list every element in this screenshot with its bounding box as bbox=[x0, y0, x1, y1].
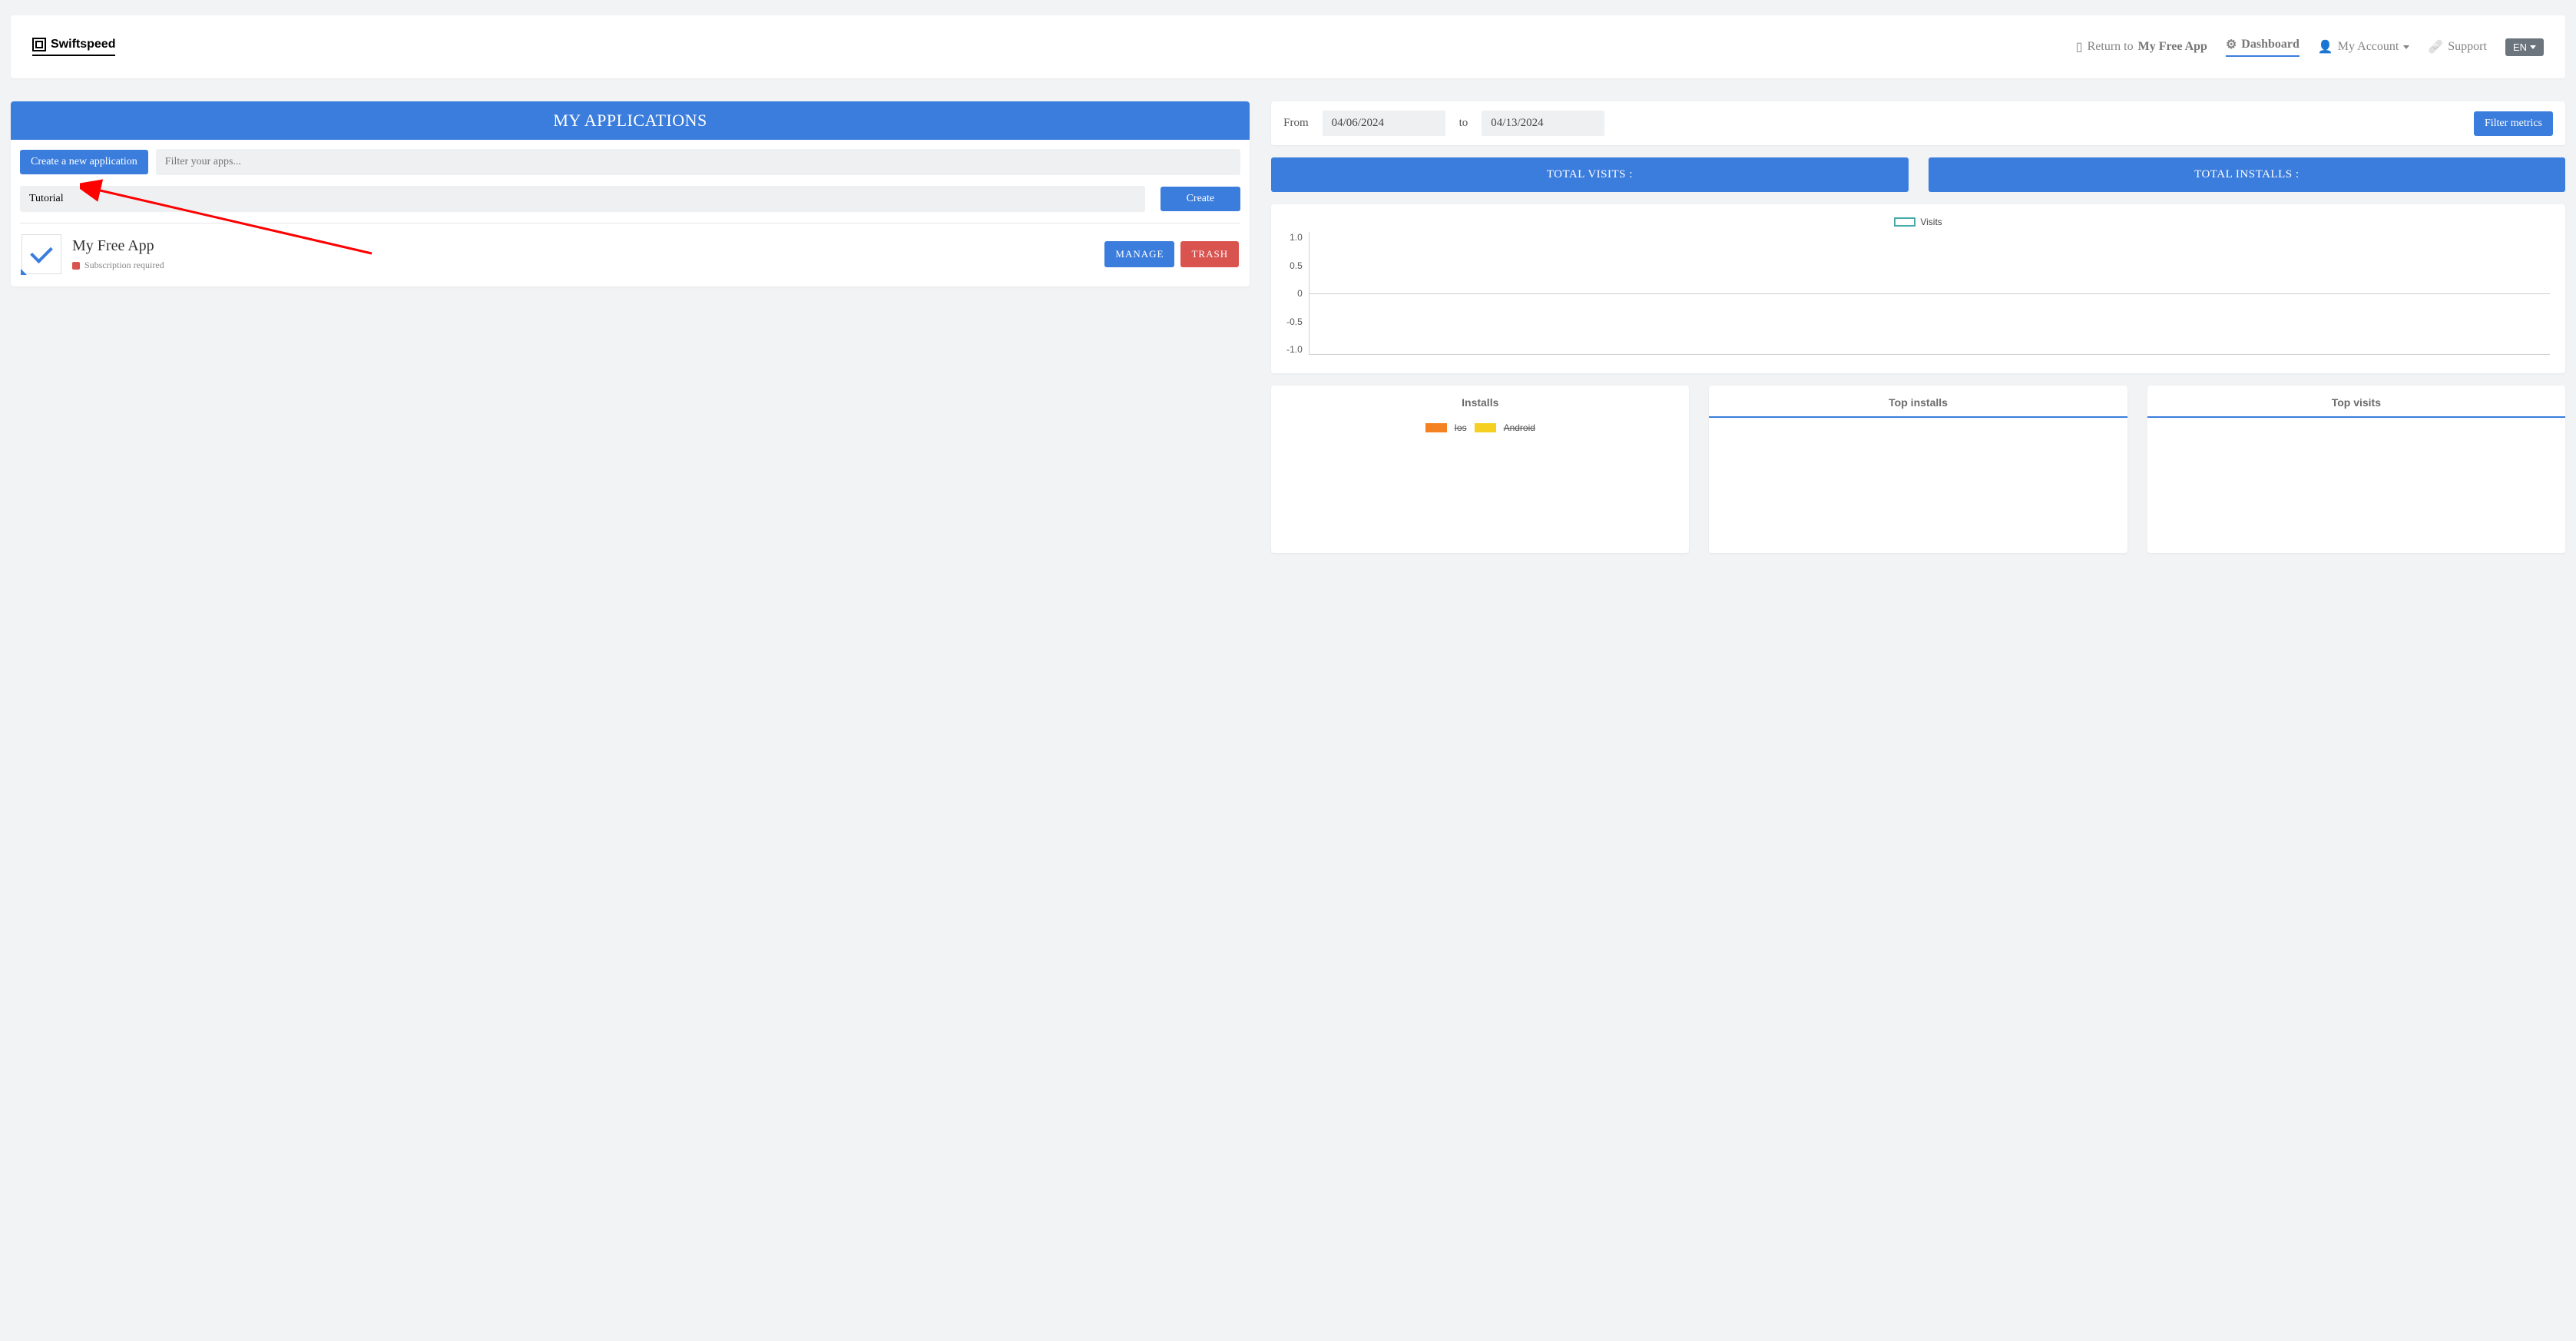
top-installs-title: Top installs bbox=[1721, 396, 2114, 409]
nav-my-account[interactable]: 👤 My Account bbox=[2318, 39, 2409, 55]
to-label: to bbox=[1459, 117, 1468, 130]
dashboard-icon: ⚙ bbox=[2226, 37, 2237, 52]
nav-support[interactable]: 🩹 Support bbox=[2428, 39, 2487, 55]
my-applications-panel: MY APPLICATIONS Create a new application… bbox=[11, 101, 1250, 286]
total-installs-tile[interactable]: TOTAL INSTALLS : bbox=[1929, 157, 2565, 192]
top-bar: Swiftspeed ▯ Return to My Free App ⚙ Das… bbox=[11, 15, 2565, 78]
right-column: From to Filter metrics TOTAL VISITS : TO… bbox=[1271, 101, 2565, 553]
plot-area bbox=[1309, 232, 2550, 355]
check-icon bbox=[30, 240, 53, 263]
app-actions: MANAGE TRASH bbox=[1104, 241, 1239, 267]
y-tick: 1.0 bbox=[1290, 232, 1303, 243]
nav-support-label: Support bbox=[2448, 40, 2487, 54]
nav-account-label: My Account bbox=[2338, 40, 2399, 54]
y-axis: 1.0 0.5 0 -0.5 -1.0 bbox=[1286, 232, 1309, 355]
app-icon bbox=[22, 234, 61, 274]
nav-dashboard-label: Dashboard bbox=[2241, 38, 2300, 51]
installs-panel: Installs Ios Android bbox=[1271, 386, 1689, 553]
subscription-status: Subscription required bbox=[72, 260, 1094, 271]
brand-name: Swiftspeed bbox=[51, 38, 115, 51]
from-label: From bbox=[1283, 117, 1309, 130]
android-label[interactable]: Android bbox=[1504, 422, 1535, 433]
apps-toolbar: Create a new application bbox=[20, 149, 1240, 175]
nav-dashboard[interactable]: ⚙ Dashboard bbox=[2226, 37, 2300, 57]
y-tick: -1.0 bbox=[1286, 344, 1303, 355]
nav-return-to-app[interactable]: ▯ Return to My Free App bbox=[2076, 39, 2207, 55]
ios-swatch-icon bbox=[1425, 423, 1447, 432]
subscription-label: Subscription required bbox=[84, 260, 164, 271]
return-app-name: My Free App bbox=[2138, 40, 2207, 54]
ios-label[interactable]: Ios bbox=[1455, 422, 1467, 433]
installs-legend: Ios Android bbox=[1283, 422, 1677, 433]
y-tick: -0.5 bbox=[1286, 316, 1303, 327]
date-filter-bar: From to Filter metrics bbox=[1271, 101, 2565, 145]
small-panels-row: Installs Ios Android Top installs Top vi… bbox=[1271, 386, 2565, 553]
installs-title: Installs bbox=[1283, 396, 1677, 409]
create-app-row: Create bbox=[20, 186, 1240, 224]
top-visits-title: Top visits bbox=[2160, 396, 2553, 409]
create-button[interactable]: Create bbox=[1161, 187, 1241, 211]
legend-swatch-icon bbox=[1894, 217, 1915, 227]
main-content: MY APPLICATIONS Create a new application… bbox=[0, 78, 2576, 584]
y-tick: 0.5 bbox=[1290, 260, 1303, 271]
filter-apps-input[interactable] bbox=[156, 149, 1240, 175]
android-swatch-icon bbox=[1475, 423, 1496, 432]
filter-metrics-button[interactable]: Filter metrics bbox=[2474, 111, 2553, 136]
language-selector[interactable]: EN bbox=[2505, 38, 2544, 56]
divider bbox=[2147, 416, 2565, 418]
metric-tiles: TOTAL VISITS : TOTAL INSTALLS : bbox=[1271, 157, 2565, 192]
divider bbox=[1709, 416, 2127, 418]
app-list-item: My Free App Subscription required MANAGE… bbox=[20, 231, 1240, 277]
trash-button[interactable]: TRASH bbox=[1180, 241, 1239, 267]
top-visits-panel: Top visits bbox=[2147, 386, 2565, 553]
phone-icon: ▯ bbox=[2076, 39, 2083, 55]
top-nav: ▯ Return to My Free App ⚙ Dashboard 👤 My… bbox=[2076, 37, 2544, 57]
y-tick: 0 bbox=[1297, 288, 1303, 299]
return-prefix: Return to bbox=[2088, 40, 2134, 54]
left-column: MY APPLICATIONS Create a new application… bbox=[11, 101, 1250, 286]
legend-label: Visits bbox=[1920, 217, 1942, 227]
gridline bbox=[1310, 293, 2550, 294]
panel-body: Create a new application Create My Free … bbox=[11, 140, 1250, 286]
to-date-input[interactable] bbox=[1482, 111, 1604, 136]
new-app-name-input[interactable] bbox=[20, 186, 1145, 212]
visits-chart-panel: Visits 1.0 0.5 0 -0.5 -1.0 bbox=[1271, 204, 2565, 373]
create-new-application-button[interactable]: Create a new application bbox=[20, 150, 148, 174]
app-name: My Free App bbox=[72, 237, 1094, 255]
from-date-input[interactable] bbox=[1323, 111, 1445, 136]
chart-legend: Visits bbox=[1286, 217, 2550, 227]
user-icon: 👤 bbox=[2318, 39, 2333, 55]
panel-title: MY APPLICATIONS bbox=[11, 101, 1250, 140]
total-visits-tile[interactable]: TOTAL VISITS : bbox=[1271, 157, 1908, 192]
lang-label: EN bbox=[2513, 41, 2527, 53]
chevron-down-icon bbox=[2403, 45, 2409, 49]
manage-button[interactable]: MANAGE bbox=[1104, 241, 1174, 267]
app-info: My Free App Subscription required bbox=[72, 237, 1094, 271]
top-installs-panel: Top installs bbox=[1709, 386, 2127, 553]
support-icon: 🩹 bbox=[2428, 39, 2443, 55]
brand-logo[interactable]: Swiftspeed bbox=[32, 38, 115, 56]
chevron-down-icon bbox=[2530, 45, 2536, 49]
logo-icon bbox=[32, 38, 46, 51]
status-dot-icon bbox=[72, 262, 80, 270]
chart-area: 1.0 0.5 0 -0.5 -1.0 bbox=[1286, 232, 2550, 355]
